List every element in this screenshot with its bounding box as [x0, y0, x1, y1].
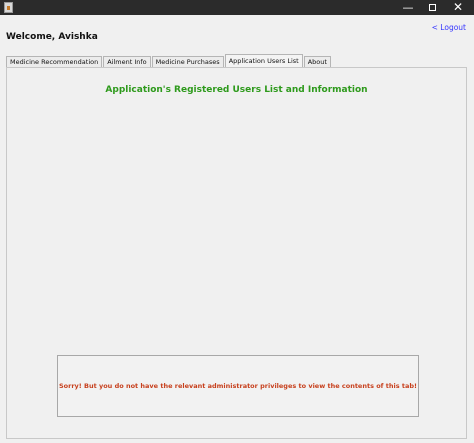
minimize-button[interactable]: — [396, 0, 420, 15]
welcome-label: Welcome, Avishka [6, 32, 98, 42]
tab-about[interactable]: About [303, 56, 331, 67]
maximize-icon [428, 3, 436, 11]
tab-medicine-purchases[interactable]: Medicine Purchases [151, 56, 224, 67]
close-button[interactable]: ✕ [446, 0, 470, 15]
tab-content-panel: Application's Registered Users List and … [6, 67, 467, 439]
permission-denied-message: Sorry! But you do not have the relevant … [59, 382, 417, 390]
application-window: — ✕ < Logout Welcome, Avishka Medicine R… [0, 0, 474, 443]
tab-application-users-list[interactable]: Application Users List [224, 54, 303, 67]
tab-medicine-recommendation[interactable]: Medicine Recommendation [6, 56, 103, 67]
tab-ailment-info[interactable]: Ailment Info [103, 56, 151, 67]
java-app-icon [4, 2, 13, 13]
maximize-button[interactable] [420, 0, 444, 15]
tab-bar: Medicine Recommendation Ailment Info Med… [6, 54, 332, 67]
permission-message-box: Sorry! But you do not have the relevant … [57, 355, 419, 417]
logout-link[interactable]: < Logout [432, 23, 466, 32]
title-bar[interactable]: — ✕ [0, 0, 474, 15]
page-title: Application's Registered Users List and … [105, 85, 368, 95]
